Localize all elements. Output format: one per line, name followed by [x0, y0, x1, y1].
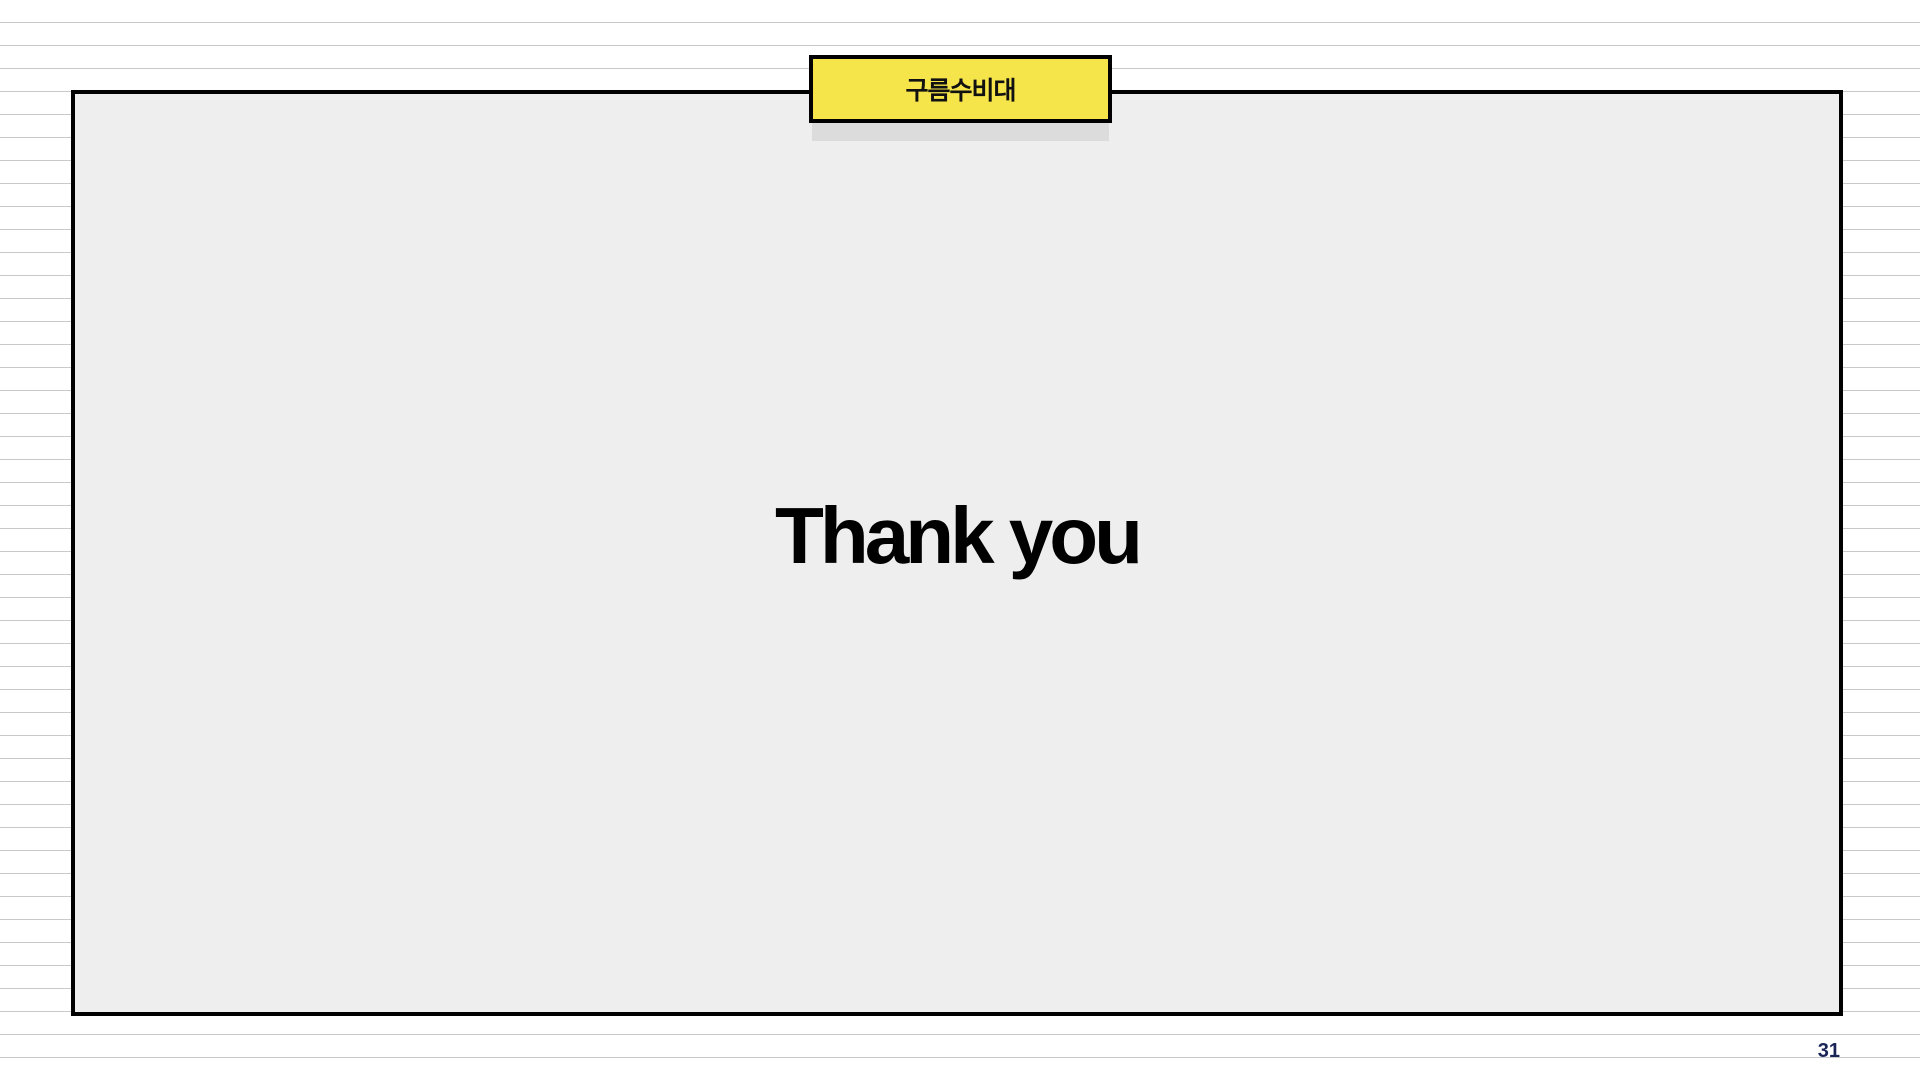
title-tag: 구름수비대	[809, 55, 1112, 123]
page-number: 31	[1817, 1040, 1840, 1062]
headline-title: Thank you	[774, 491, 1143, 580]
headline-container: Thank you	[75, 94, 1839, 1012]
tag-label: 구름수비대	[905, 76, 1016, 105]
slide-frame: Thank you	[71, 90, 1843, 1016]
